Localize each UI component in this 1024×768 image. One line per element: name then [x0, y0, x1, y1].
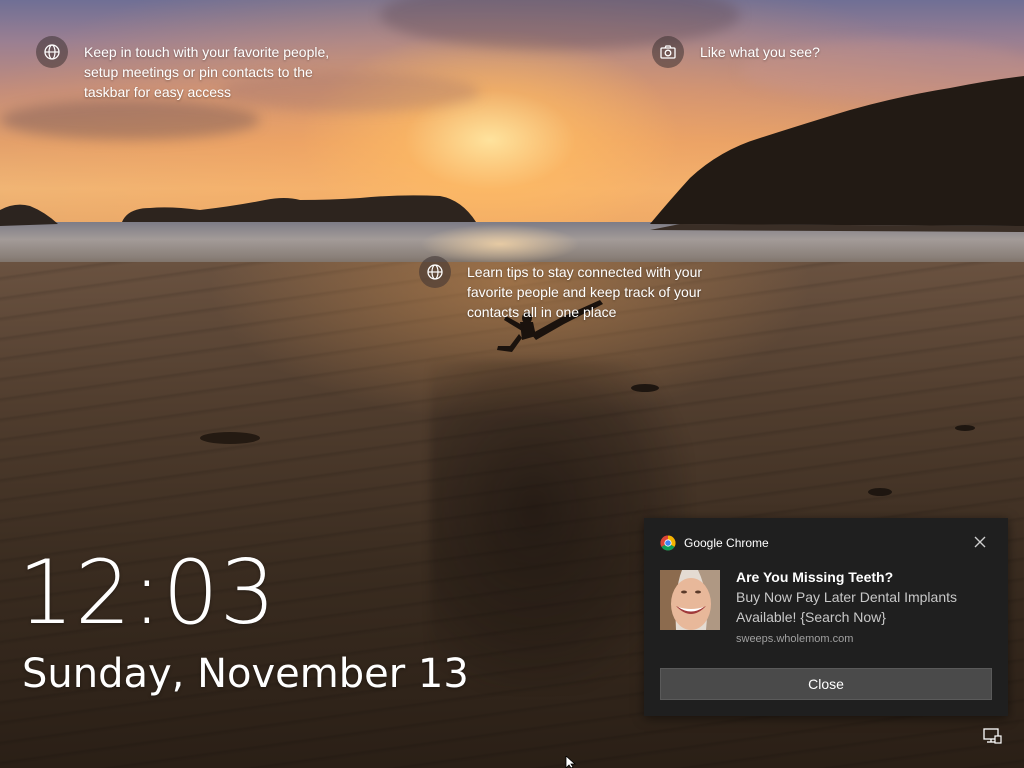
lock-screen-date: Sunday, November 13 [22, 651, 469, 697]
toast-message: Buy Now Pay Later Dental Implants Availa… [736, 589, 957, 625]
toast-header: Google Chrome [660, 534, 992, 552]
mouse-cursor-icon [565, 756, 577, 768]
globe-icon[interactable] [419, 256, 451, 288]
toast-close-button[interactable]: Close [660, 668, 992, 700]
spotlight-tip-text: Keep in touch with your favorite people,… [84, 44, 330, 100]
close-icon[interactable] [972, 534, 988, 550]
spotlight-tip-text: Like what you see? [700, 44, 820, 60]
chrome-notification-toast[interactable]: Google Chrome Are You Missing Teeth? Buy… [644, 518, 1008, 716]
spotlight-tip-contacts[interactable]: Keep in touch with your favorite people,… [36, 36, 366, 102]
globe-icon[interactable] [36, 36, 68, 68]
lock-screen-time: 12:03 [18, 541, 277, 644]
spotlight-like-what-you-see[interactable]: Like what you see? [652, 36, 912, 68]
camera-icon[interactable] [652, 36, 684, 68]
toast-hero-image [660, 570, 720, 630]
chrome-icon [660, 535, 676, 551]
toast-title: Are You Missing Teeth? [736, 569, 894, 585]
spotlight-tip-text: Learn tips to stay connected with your f… [467, 264, 703, 320]
lock-screen[interactable]: Keep in touch with your favorite people,… [0, 0, 1024, 768]
toast-body: Are You Missing Teeth? Buy Now Pay Later… [736, 567, 996, 647]
toast-app-name: Google Chrome [684, 536, 769, 550]
toast-source-url: sweeps.wholemom.com [736, 633, 854, 645]
spotlight-tip-tips[interactable]: Learn tips to stay connected with your f… [419, 256, 739, 322]
network-icon[interactable] [982, 728, 1002, 746]
